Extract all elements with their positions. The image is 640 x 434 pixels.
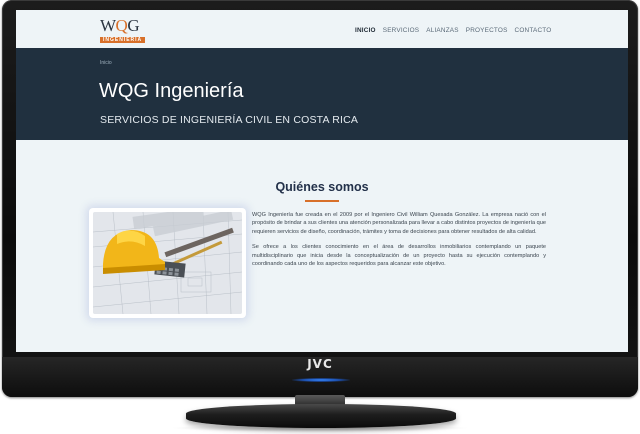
about-paragraph-1: WQG Ingeniería fue creada en el 2009 por… [252,212,546,235]
nav-menu: INICIO SERVICIOS ALIANZAS PROYECTOS CONT… [355,27,551,34]
about-heading: Quiénes somos [275,180,369,194]
logo-wordmark: WQG [100,16,140,35]
site-navbar: WQG INGENIERIA INICIO SERVICIOS ALIANZAS… [16,10,628,48]
about-text: WQG Ingeniería fue creada en el 2009 por… [252,211,546,275]
nav-item-contacto[interactable]: CONTACTO [515,27,552,34]
nav-item-inicio[interactable]: INICIO [355,27,376,34]
nav-item-servicios[interactable]: SERVICIOS [383,27,420,34]
breadcrumb[interactable]: Inicio [100,60,112,66]
about-paragraph-2: Se ofrece a los clientes conocimiento en… [252,244,546,268]
tv-power-led [292,378,350,382]
engineering-photo [93,212,242,314]
page-title: WQG Ingeniería [99,80,244,102]
nav-item-proyectos[interactable]: PROYECTOS [466,27,508,34]
site-logo[interactable]: WQG INGENIERIA [100,16,156,44]
hero-banner: Inicio WQG Ingeniería SERVICIOS DE INGEN… [16,48,628,140]
tv-brand-logo: JVC [307,357,333,371]
logo-subtitle: INGENIERIA [100,37,146,43]
tv-stand-shadow [170,424,470,432]
page-subtitle: SERVICIOS DE INGENIERÍA CIVIL EN COSTA R… [100,114,359,126]
heading-underline [305,200,339,202]
tv-screen: WQG INGENIERIA INICIO SERVICIOS ALIANZAS… [16,10,628,352]
tv-frame: WQG INGENIERIA INICIO SERVICIOS ALIANZAS… [2,0,638,397]
nav-item-alianzas[interactable]: ALIANZAS [426,27,459,34]
about-image-card [89,208,246,318]
